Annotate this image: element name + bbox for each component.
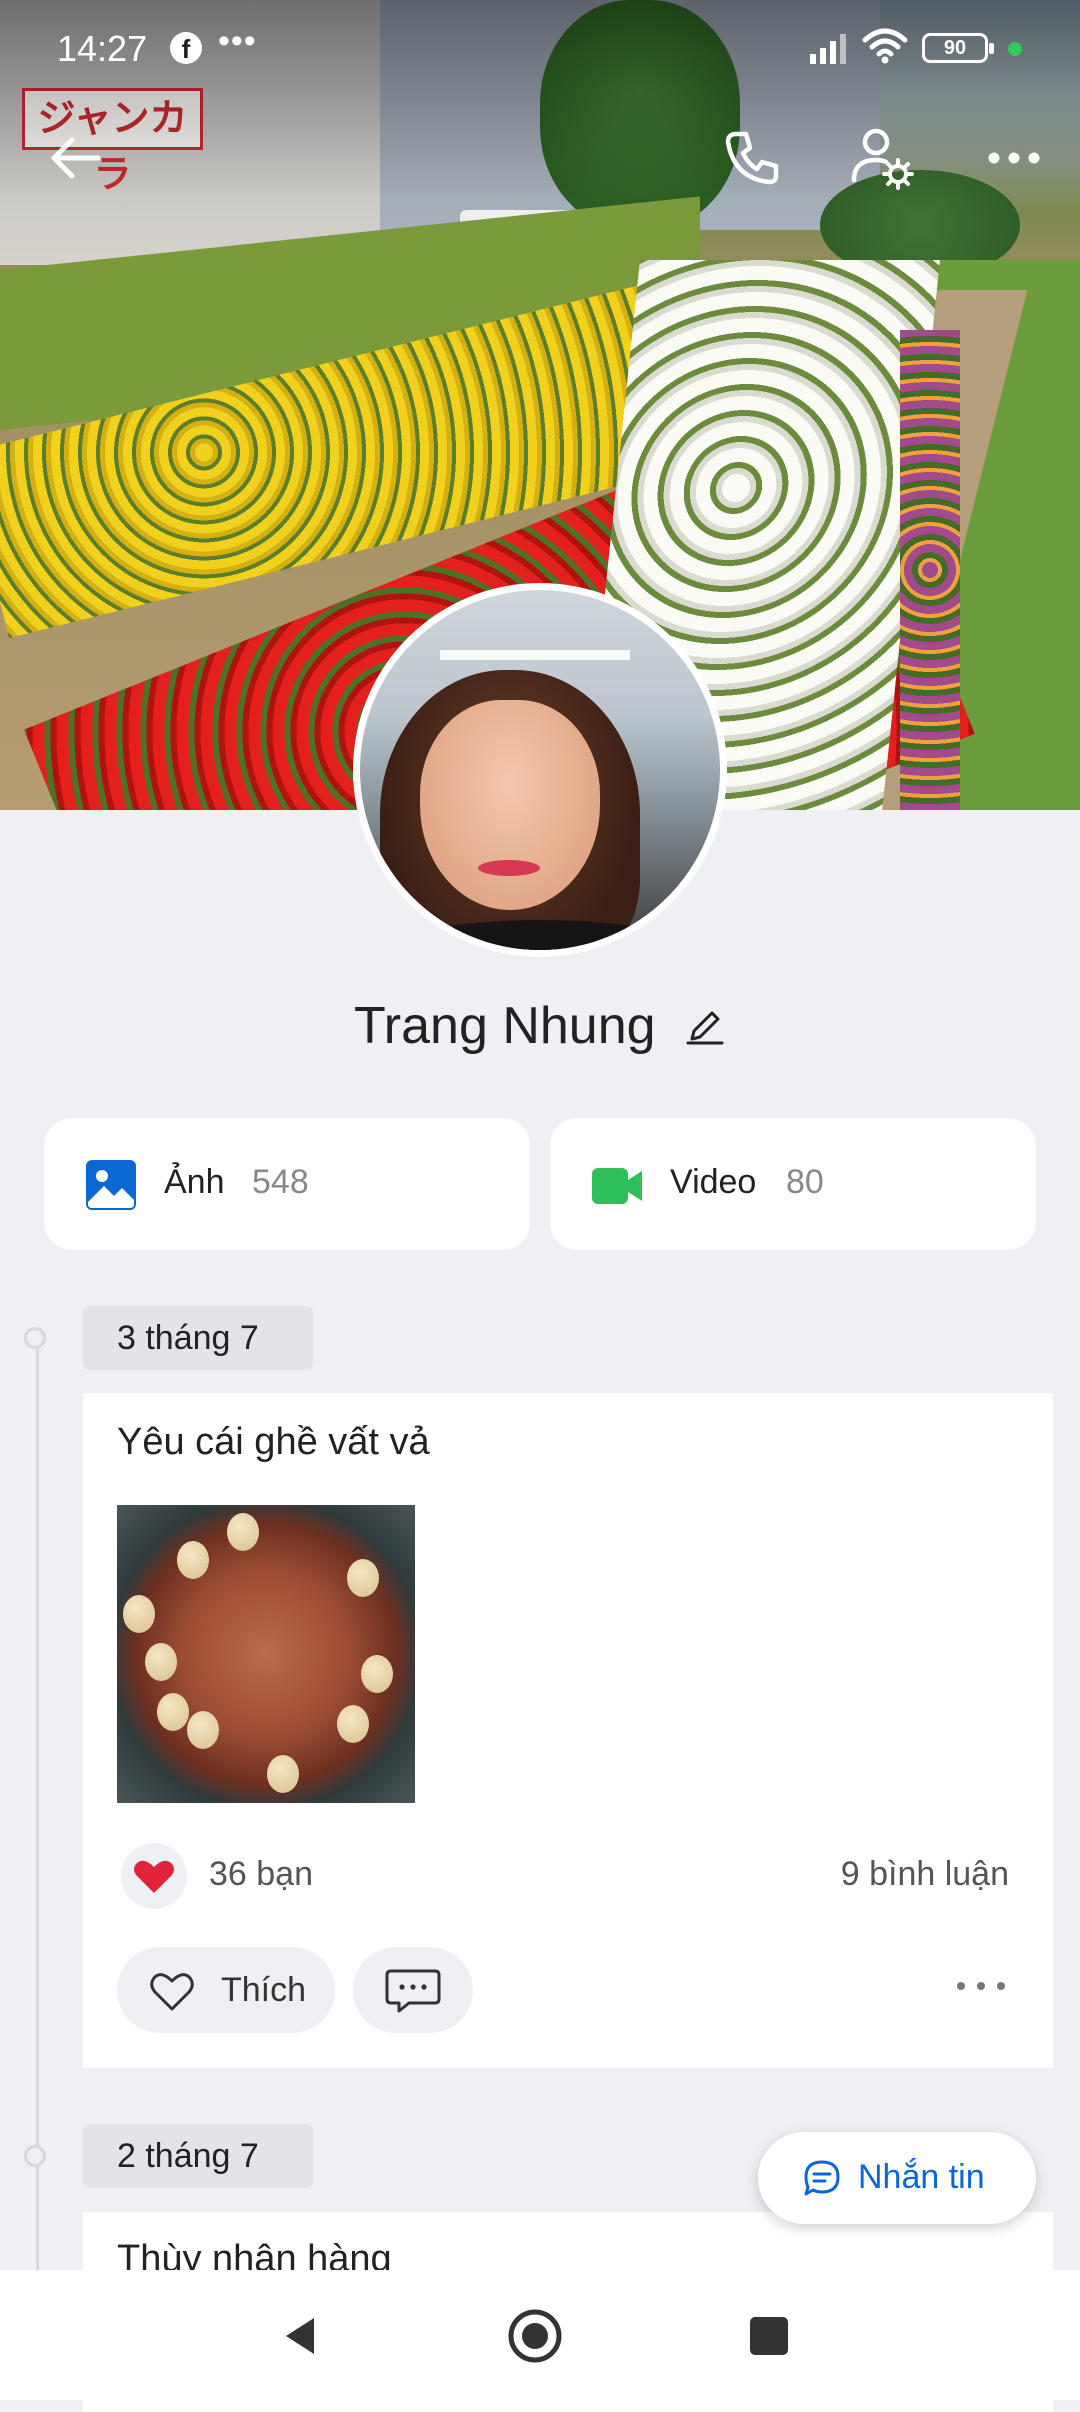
timeline-date: 3 tháng 7	[83, 1306, 313, 1370]
photo-detail	[361, 1655, 393, 1693]
photo-detail	[177, 1541, 209, 1579]
post-photo[interactable]	[117, 1505, 415, 1803]
comment-count[interactable]: 9 bình luận	[841, 1855, 1009, 1894]
photo-detail	[227, 1513, 259, 1551]
profile-settings-button[interactable]	[842, 118, 922, 198]
message-label: Nhắn tin	[858, 2158, 985, 2196]
timeline-date: 2 tháng 7	[83, 2124, 313, 2188]
avatar-photo	[360, 590, 720, 950]
home-circle-icon[interactable]	[505, 2306, 565, 2366]
avatar-bg-lamp	[440, 650, 630, 660]
profile-name-row: Trang Nhung	[0, 996, 1080, 1066]
photos-label: Ảnh	[164, 1163, 225, 1201]
facebook-notification-icon: f	[170, 32, 202, 64]
cover-flowers-violet	[900, 330, 960, 810]
heart-reaction-icon	[134, 1860, 174, 1893]
timeline-post[interactable]: Yêu cái ghề vất vả 36 bạn 9 bình luận Th…	[83, 1393, 1053, 2068]
videos-count: 80	[786, 1163, 824, 1201]
privacy-indicator-dot	[1008, 42, 1022, 56]
edit-pencil-icon[interactable]	[684, 1005, 726, 1047]
image-icon	[86, 1160, 136, 1210]
wifi-icon	[862, 28, 908, 64]
photo-detail	[337, 1705, 369, 1743]
back-arrow-icon	[51, 137, 101, 179]
signal-icon	[810, 34, 846, 64]
photo-detail	[267, 1755, 299, 1793]
phone-icon	[725, 131, 779, 185]
videos-label: Video	[670, 1163, 757, 1201]
profile-avatar[interactable]	[353, 583, 727, 957]
system-nav-bar	[0, 2270, 1080, 2400]
photos-card[interactable]: Ảnh 548	[44, 1118, 530, 1250]
avatar-lips	[478, 860, 540, 876]
battery-level: 90	[943, 37, 967, 59]
comment-button[interactable]	[353, 1947, 473, 2033]
status-time: 14:27	[57, 28, 148, 69]
like-button[interactable]: Thích	[117, 1947, 335, 2033]
heart-outline-icon	[150, 1973, 194, 2011]
reaction-bubble[interactable]	[121, 1843, 187, 1909]
recents-square-icon[interactable]	[739, 2306, 799, 2366]
status-bar: 14:27 f ••• 90	[0, 0, 1080, 100]
photo-detail	[157, 1693, 189, 1731]
avatar-face	[420, 700, 600, 910]
message-button[interactable]: Nhắn tin	[758, 2132, 1036, 2224]
back-triangle-icon[interactable]	[270, 2306, 330, 2366]
reaction-count[interactable]: 36 bạn	[209, 1855, 313, 1894]
profile-name: Trang Nhung	[353, 997, 656, 1055]
more-icon	[988, 152, 1040, 164]
like-label: Thích	[221, 1971, 307, 2009]
user-settings-icon	[851, 128, 914, 190]
photo-detail	[187, 1711, 219, 1749]
timeline-line	[36, 1340, 39, 2340]
video-camera-icon	[592, 1168, 642, 1204]
chat-bubble-icon	[804, 2160, 840, 2196]
videos-card[interactable]: Video 80	[550, 1118, 1036, 1250]
post-more-icon[interactable]	[951, 1971, 1011, 2001]
photo-detail	[123, 1595, 155, 1633]
photo-detail	[145, 1643, 177, 1681]
photos-count: 548	[252, 1163, 309, 1201]
timeline-dot	[24, 2145, 46, 2167]
post-caption: Yêu cái ghề vất vả	[117, 1421, 430, 1463]
battery-icon: 90	[922, 33, 994, 63]
call-button[interactable]	[712, 118, 792, 198]
timeline-dot	[24, 1327, 46, 1349]
photo-detail	[347, 1559, 379, 1597]
more-options-button[interactable]	[974, 118, 1054, 198]
comment-icon	[385, 1969, 441, 2013]
more-notifications-icon: •••	[218, 22, 257, 60]
back-button[interactable]	[36, 118, 116, 198]
